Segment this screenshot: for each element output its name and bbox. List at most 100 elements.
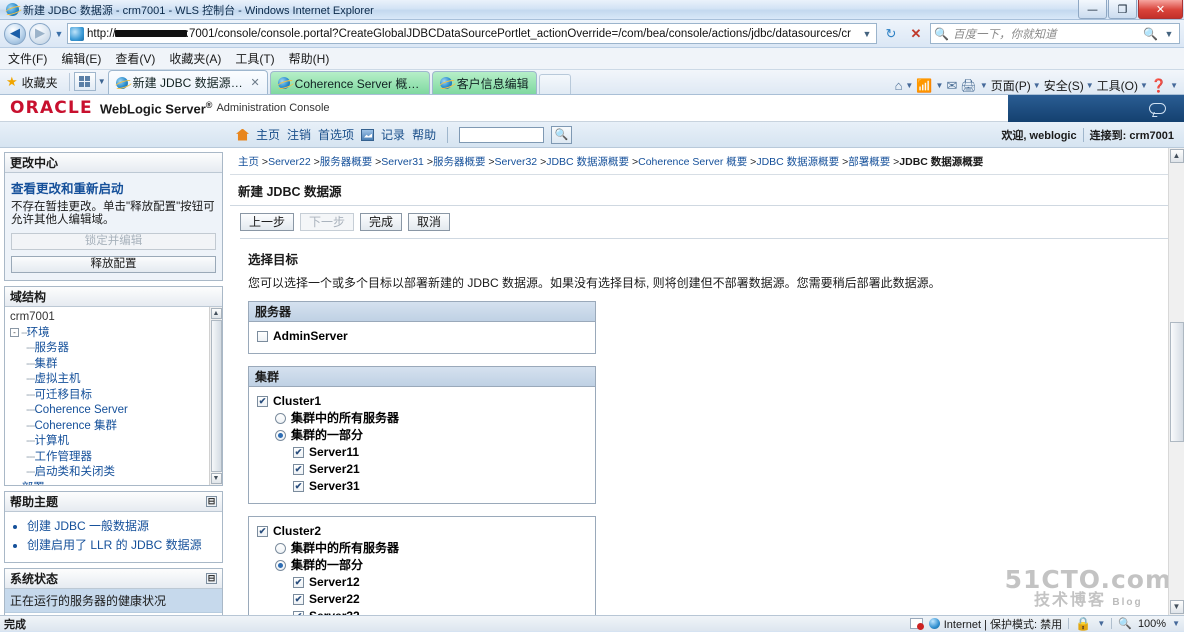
search-submit-icon[interactable]: 🔍 xyxy=(1143,27,1158,41)
previous-button[interactable]: 上一步 xyxy=(240,213,295,231)
new-tab-button[interactable] xyxy=(538,74,571,94)
url-dropdown-icon[interactable]: ▼ xyxy=(860,29,874,39)
search-input[interactable]: 🔍 百度一下，你就知道 🔍 ▼ xyxy=(930,23,1180,44)
console-search-button[interactable]: 🔍 xyxy=(551,125,573,144)
menu-file[interactable]: 文件(F) xyxy=(8,50,47,67)
privacy-dropdown-icon[interactable]: ▼ xyxy=(1097,619,1105,628)
cluster2-member-server32[interactable]: Server32 xyxy=(257,608,587,615)
cluster2-member-server22[interactable]: Server22 xyxy=(257,591,587,608)
read-mail-icon[interactable]: ✉ xyxy=(946,78,957,94)
nav-logout[interactable]: 注销 xyxy=(287,126,311,143)
cluster1-radio-part[interactable]: 集群的一部分 xyxy=(257,427,587,444)
help-icon[interactable]: ❓ xyxy=(1151,78,1167,94)
home-dropdown-icon[interactable]: ▼ xyxy=(905,81,913,90)
checkbox-icon[interactable] xyxy=(293,611,304,615)
minimize-button[interactable]: — xyxy=(1078,0,1107,19)
tree-node-coherence-server[interactable]: ---Coherence Server xyxy=(10,403,207,419)
help-dropdown-icon[interactable]: ▼ xyxy=(1170,81,1178,90)
tab-list-dropdown-icon[interactable]: ▼ xyxy=(96,77,108,86)
zoom-dropdown-icon[interactable]: ▼ xyxy=(1172,619,1180,628)
tab-coherence-server[interactable]: Coherence Server 概要 -... xyxy=(269,71,430,94)
scroll-up-icon[interactable]: ▲ xyxy=(1169,149,1184,163)
scroll-thumb[interactable] xyxy=(210,320,222,472)
breadcrumb-server22[interactable]: Server22 xyxy=(268,156,311,168)
tools-menu[interactable]: 工具(O) ▼ xyxy=(1097,77,1148,94)
nav-help[interactable]: 帮助 xyxy=(412,126,436,143)
tree-node-migratable-targets[interactable]: ---可迁移目标 xyxy=(10,388,207,404)
security-zone[interactable]: Internet | 保护模式: 禁用 xyxy=(928,616,1062,632)
server-option-adminserver[interactable]: AdminServer xyxy=(257,328,587,345)
breadcrumb-jdbc-summary-2[interactable]: JDBC 数据源概要 xyxy=(756,156,839,168)
console-search-input[interactable] xyxy=(459,126,545,143)
tree-node-environment[interactable]: - --环境 xyxy=(10,326,207,342)
tree-node-deployments[interactable]: --部署 xyxy=(10,481,207,486)
scroll-down-icon[interactable]: ▼ xyxy=(1169,600,1184,614)
breadcrumb-deployments-summary[interactable]: 部署概要 xyxy=(848,156,890,168)
breadcrumb-coherence-summary[interactable]: Coherence Server 概要 xyxy=(638,156,747,168)
tab-close-icon[interactable]: ✕ xyxy=(250,76,259,89)
breadcrumb-server-summary-1[interactable]: 服务器概要 xyxy=(320,156,373,168)
close-button[interactable]: ✕ xyxy=(1138,0,1183,19)
tree-node-machines[interactable]: ---计算机 xyxy=(10,434,207,450)
maximize-button[interactable]: ❐ xyxy=(1108,0,1137,19)
breadcrumb-server31[interactable]: Server31 xyxy=(381,156,424,168)
page-menu[interactable]: 页面(P) ▼ xyxy=(991,77,1041,94)
favorites-button[interactable]: ★ 收藏夹 xyxy=(4,70,65,94)
feeds-dropdown-icon[interactable]: ▼ xyxy=(936,81,944,90)
history-dropdown-icon[interactable]: ▼ xyxy=(54,29,64,39)
tree-node-servers[interactable]: ---服务器 xyxy=(10,341,207,357)
breadcrumb-server-summary-2[interactable]: 服务器概要 xyxy=(433,156,486,168)
view-changes-link[interactable]: 查看更改和重新启动 xyxy=(11,182,124,196)
menu-help[interactable]: 帮助(H) xyxy=(289,50,330,67)
cluster1-member-server31[interactable]: Server31 xyxy=(257,478,587,495)
zoom-level[interactable]: 100% xyxy=(1138,618,1166,630)
checkbox-icon[interactable] xyxy=(257,526,268,537)
release-configuration-button[interactable]: 释放配置 xyxy=(11,256,216,273)
radio-icon[interactable] xyxy=(275,560,286,571)
cluster1-member-server11[interactable]: Server11 xyxy=(257,444,587,461)
menu-tools[interactable]: 工具(T) xyxy=(235,50,274,67)
checkbox-icon[interactable] xyxy=(257,396,268,407)
nav-home[interactable]: 主页 xyxy=(256,126,280,143)
cluster2-member-server12[interactable]: Server12 xyxy=(257,574,587,591)
back-button[interactable]: ◀ xyxy=(4,22,26,45)
safety-menu[interactable]: 安全(S) ▼ xyxy=(1044,77,1094,94)
tab-customer-info-edit[interactable]: 客户信息编辑 xyxy=(431,71,537,94)
cluster2-checkbox-row[interactable]: Cluster2 xyxy=(257,523,587,540)
menu-favorites[interactable]: 收藏夹(A) xyxy=(169,50,221,67)
refresh-button[interactable]: ↻ xyxy=(880,23,902,44)
checkbox-icon[interactable] xyxy=(293,481,304,492)
cluster1-member-server21[interactable]: Server21 xyxy=(257,461,587,478)
forward-button[interactable]: ▶ xyxy=(29,22,51,45)
tree-node-clusters[interactable]: ---集群 xyxy=(10,357,207,373)
help-link-generic-datasource[interactable]: 创建 JDBC 一般数据源 xyxy=(27,519,149,533)
cluster1-checkbox-row[interactable]: Cluster1 xyxy=(257,393,587,410)
radio-icon[interactable] xyxy=(275,543,286,554)
checkbox-icon[interactable] xyxy=(293,464,304,475)
feeds-icon[interactable]: 📶 xyxy=(916,78,932,94)
collapse-icon[interactable]: ⊟ xyxy=(206,573,217,584)
finish-button[interactable]: 完成 xyxy=(360,213,403,231)
radio-icon[interactable] xyxy=(275,430,286,441)
tree-node-work-managers[interactable]: ---工作管理器 xyxy=(10,450,207,466)
scroll-down-icon[interactable]: ▼ xyxy=(210,473,222,484)
tree-node-virtual-hosts[interactable]: ---虚拟主机 xyxy=(10,372,207,388)
popup-blocked-icon[interactable] xyxy=(909,618,924,630)
menu-edit[interactable]: 编辑(E) xyxy=(61,50,101,67)
checkbox-icon[interactable] xyxy=(293,594,304,605)
cancel-button[interactable]: 取消 xyxy=(408,213,451,231)
breadcrumb-server32[interactable]: Server32 xyxy=(495,156,538,168)
collapse-icon[interactable]: ⊟ xyxy=(206,496,217,507)
nav-preferences[interactable]: 首选项 xyxy=(318,126,354,143)
checkbox-icon[interactable] xyxy=(257,331,268,342)
cluster2-radio-all[interactable]: 集群中的所有服务器 xyxy=(257,540,587,557)
url-input[interactable]: http://:7001/console/console.portal?Crea… xyxy=(67,23,877,44)
checkbox-icon[interactable] xyxy=(293,447,304,458)
page-scrollbar[interactable]: ▲ ▼ xyxy=(1168,148,1184,615)
search-provider-dropdown-icon[interactable]: ▼ xyxy=(1162,29,1176,39)
scroll-thumb[interactable] xyxy=(1169,322,1184,442)
cluster2-radio-part[interactable]: 集群的一部分 xyxy=(257,557,587,574)
home-icon[interactable]: ⌂ xyxy=(895,78,903,93)
checkbox-icon[interactable] xyxy=(293,577,304,588)
nav-record[interactable]: 记录 xyxy=(381,126,405,143)
